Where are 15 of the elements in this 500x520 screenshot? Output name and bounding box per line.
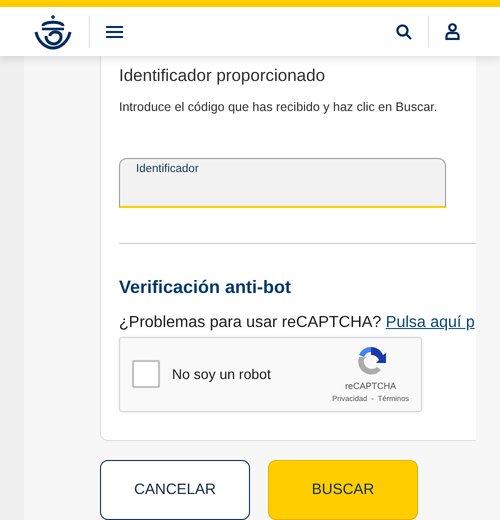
logo-icon[interactable] [33,14,73,50]
help-link[interactable]: Pulsa aquí p [386,314,475,331]
identifier-field[interactable]: Identificador [119,158,446,208]
cancel-button[interactable]: CANCELAR [100,460,250,520]
user-icon[interactable] [445,23,460,40]
search-button[interactable]: BUSCAR [268,460,418,520]
search-icon[interactable] [396,24,412,40]
captcha-checkbox[interactable] [132,360,160,388]
section-title: Identificador proporcionado [119,66,326,86]
menu-icon[interactable] [106,26,123,38]
section-title: Verificación anti-bot [119,277,292,299]
captcha-label: No soy un robot [172,364,271,384]
help-text: ¿Problemas para usar reCAPTCHA? Pulsa aquí p [119,312,476,333]
instruction-text: Introduce el código que has recibido y haz clic en Buscar. [119,99,438,116]
captcha-brand: reCAPTCHA [345,380,396,393]
